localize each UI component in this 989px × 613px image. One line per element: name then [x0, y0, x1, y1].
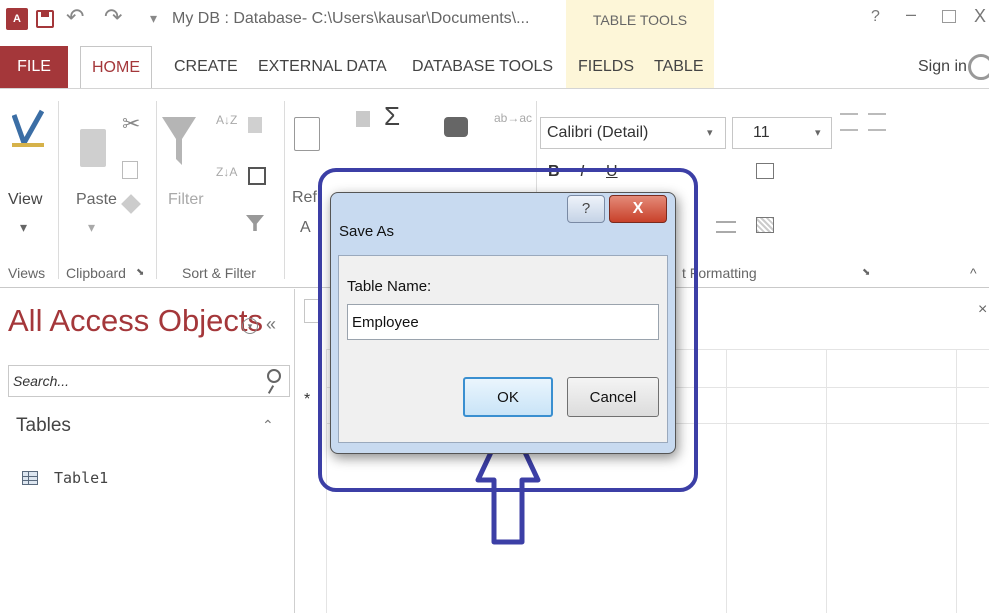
refresh-all-label-2: A — [300, 219, 311, 236]
font-size-dropdown-icon[interactable]: ▾ — [815, 126, 821, 139]
selection-filter-icon[interactable] — [248, 117, 262, 133]
sort-descending-icon[interactable]: Z↓A — [216, 165, 237, 179]
dialog-close-button[interactable]: X — [609, 195, 667, 223]
nav-search-box — [8, 365, 290, 397]
text-formatting-launcher-icon[interactable]: ⬊ — [862, 267, 870, 278]
tab-external-data[interactable]: EXTERNAL DATA — [258, 58, 387, 76]
save-as-dialog: Save As ? X Table Name: OK Cancel — [330, 192, 676, 454]
nav-pane-title[interactable]: All Access Objects — [8, 303, 263, 339]
view-button[interactable]: View — [8, 191, 42, 209]
copy-icon[interactable] — [122, 161, 138, 179]
group-views-label: Views — [8, 265, 46, 281]
tab-table[interactable]: TABLE — [654, 58, 704, 76]
nav-item-label: Table1 — [54, 469, 109, 487]
find-icon[interactable] — [444, 117, 468, 137]
refresh-icon — [294, 117, 320, 151]
tab-database-tools[interactable]: DATABASE TOOLS — [412, 58, 553, 76]
tab-home[interactable]: HOME — [80, 46, 152, 88]
navigation-pane: All Access Objects ▾ « Tables ⌃ Table1 — [0, 289, 295, 613]
collapse-ribbon-icon[interactable]: ^ — [970, 265, 977, 281]
gridlines-icon[interactable] — [756, 163, 774, 179]
user-icon[interactable] — [968, 54, 989, 80]
format-painter-icon[interactable] — [121, 194, 141, 214]
font-name-value: Calibri (Detail) — [547, 124, 649, 141]
view-dropdown-icon[interactable]: ▾ — [20, 219, 27, 236]
dialog-body: Table Name: OK Cancel — [338, 255, 668, 443]
redo-icon[interactable]: ↷ — [104, 4, 122, 30]
help-button[interactable]: ? — [871, 8, 880, 26]
cancel-button[interactable]: Cancel — [567, 377, 659, 417]
undo-icon[interactable]: ↶ — [66, 4, 84, 30]
close-window-button[interactable]: X — [974, 6, 986, 27]
ok-button[interactable]: OK — [463, 377, 553, 417]
close-document-icon[interactable]: × — [978, 301, 987, 319]
group-clipboard-label: Clipboard — [66, 265, 126, 281]
title-bar: A ↶ ↷ ▾ My DB : Database- C:\Users\kausa… — [0, 0, 989, 88]
new-record-marker: * — [304, 391, 311, 408]
new-record-icon[interactable] — [356, 111, 370, 127]
sign-in-link[interactable]: Sign in — [918, 58, 967, 76]
paste-dropdown-icon[interactable]: ▾ — [88, 219, 95, 236]
customize-qat-icon[interactable]: ▾ — [150, 10, 157, 27]
ribbon-tabs: FILE HOME CREATE EXTERNAL DATA DATABASE … — [0, 46, 989, 88]
sort-ascending-icon[interactable]: A↓Z — [216, 113, 237, 127]
alternate-row-color-icon[interactable] — [756, 217, 774, 233]
window-title: My DB : Database- C:\Users\kausar\Docume… — [172, 10, 530, 27]
dialog-title: Save As — [339, 223, 395, 240]
search-icon[interactable] — [267, 369, 281, 383]
view-icon — [12, 109, 44, 147]
table-tools-label: TABLE TOOLS — [592, 12, 688, 28]
nav-menu-dropdown-icon[interactable]: ▾ — [242, 318, 258, 334]
font-name-dropdown-icon[interactable]: ▾ — [707, 126, 713, 139]
cut-icon[interactable]: ✂ — [122, 111, 140, 137]
paste-button[interactable]: Paste — [76, 191, 117, 209]
tables-group-header[interactable]: Tables — [16, 415, 71, 437]
tab-fields[interactable]: FIELDS — [578, 58, 634, 76]
tab-file[interactable]: FILE — [0, 46, 68, 88]
minimize-button[interactable]: – — [906, 4, 916, 25]
save-icon[interactable] — [36, 10, 54, 28]
shutter-bar-collapse-icon[interactable]: « — [266, 314, 276, 335]
nav-item-table1[interactable]: Table1 — [22, 469, 222, 493]
clipboard-launcher-icon[interactable]: ⬊ — [136, 267, 144, 278]
font-size-select[interactable]: 11 ▾ — [732, 117, 832, 149]
group-sort-filter-label: Sort & Filter — [182, 265, 256, 281]
align-right-icon[interactable] — [716, 221, 736, 233]
filter-icon — [162, 117, 196, 165]
maximize-button[interactable] — [942, 10, 956, 23]
advanced-filter-icon[interactable] — [248, 167, 266, 185]
replace-icon[interactable]: ab→ac — [494, 111, 532, 125]
access-app-icon[interactable]: A — [6, 8, 28, 30]
totals-icon[interactable]: Σ — [384, 101, 400, 132]
filter-button[interactable]: Filter — [168, 191, 204, 209]
tab-create[interactable]: CREATE — [174, 58, 238, 76]
font-name-select[interactable]: Calibri (Detail) ▾ — [540, 117, 726, 149]
dialog-help-button[interactable]: ? — [567, 195, 605, 223]
nav-search-input[interactable] — [9, 366, 259, 396]
numbering-icon[interactable] — [868, 113, 886, 131]
paste-icon — [80, 129, 106, 167]
table-icon — [22, 471, 38, 485]
tables-collapse-icon[interactable]: ⌃ — [262, 417, 274, 434]
font-size-value: 11 — [753, 124, 770, 141]
table-name-input[interactable] — [347, 304, 659, 340]
bullets-icon[interactable] — [840, 113, 858, 131]
table-name-label: Table Name: — [347, 278, 432, 295]
toggle-filter-icon[interactable] — [246, 215, 264, 231]
